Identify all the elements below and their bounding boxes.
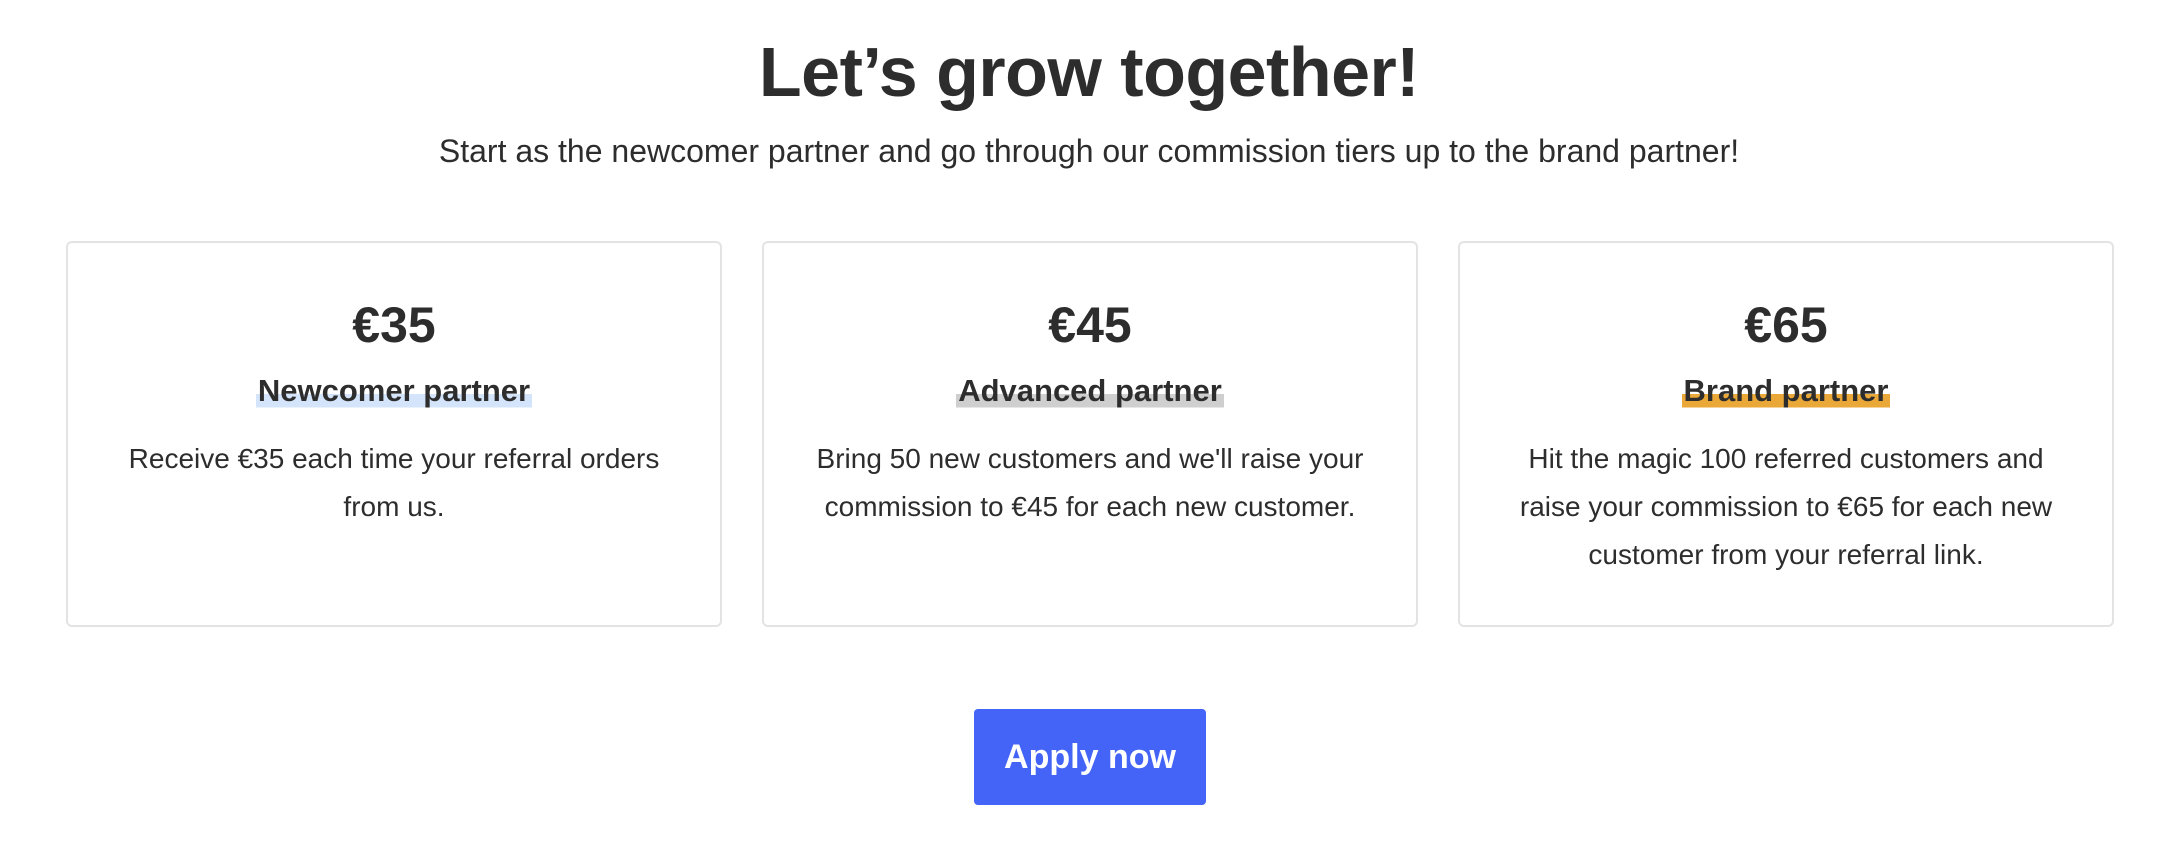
tier-price: €45 [1048,297,1132,353]
tier-description: Receive €35 each time your referral orde… [128,443,660,522]
tier-name: Brand partner [1681,373,1891,409]
page-title: Let’s grow together! [758,33,1420,111]
tier-description: Bring 50 new customers and we'll raise y… [816,443,1364,522]
page-subtitle: Start as the newcomer partner and go thr… [438,133,1740,169]
tier-name: Newcomer partner [255,373,533,409]
tier-card-brand: €65 Brand partner Hit the magic 100 refe… [1458,241,2114,627]
tier-card-advanced: €45 Advanced partner Bring 50 new custom… [762,241,1418,627]
tier-card-newcomer: €35 Newcomer partner Receive €35 each ti… [66,241,722,627]
tier-name: Advanced partner [956,373,1224,409]
tier-price: €65 [1744,297,1828,353]
apply-now-button[interactable]: Apply now [974,709,1206,805]
tier-description: Hit the magic 100 referred customers and… [1519,443,2053,570]
tier-price: €35 [352,297,436,353]
